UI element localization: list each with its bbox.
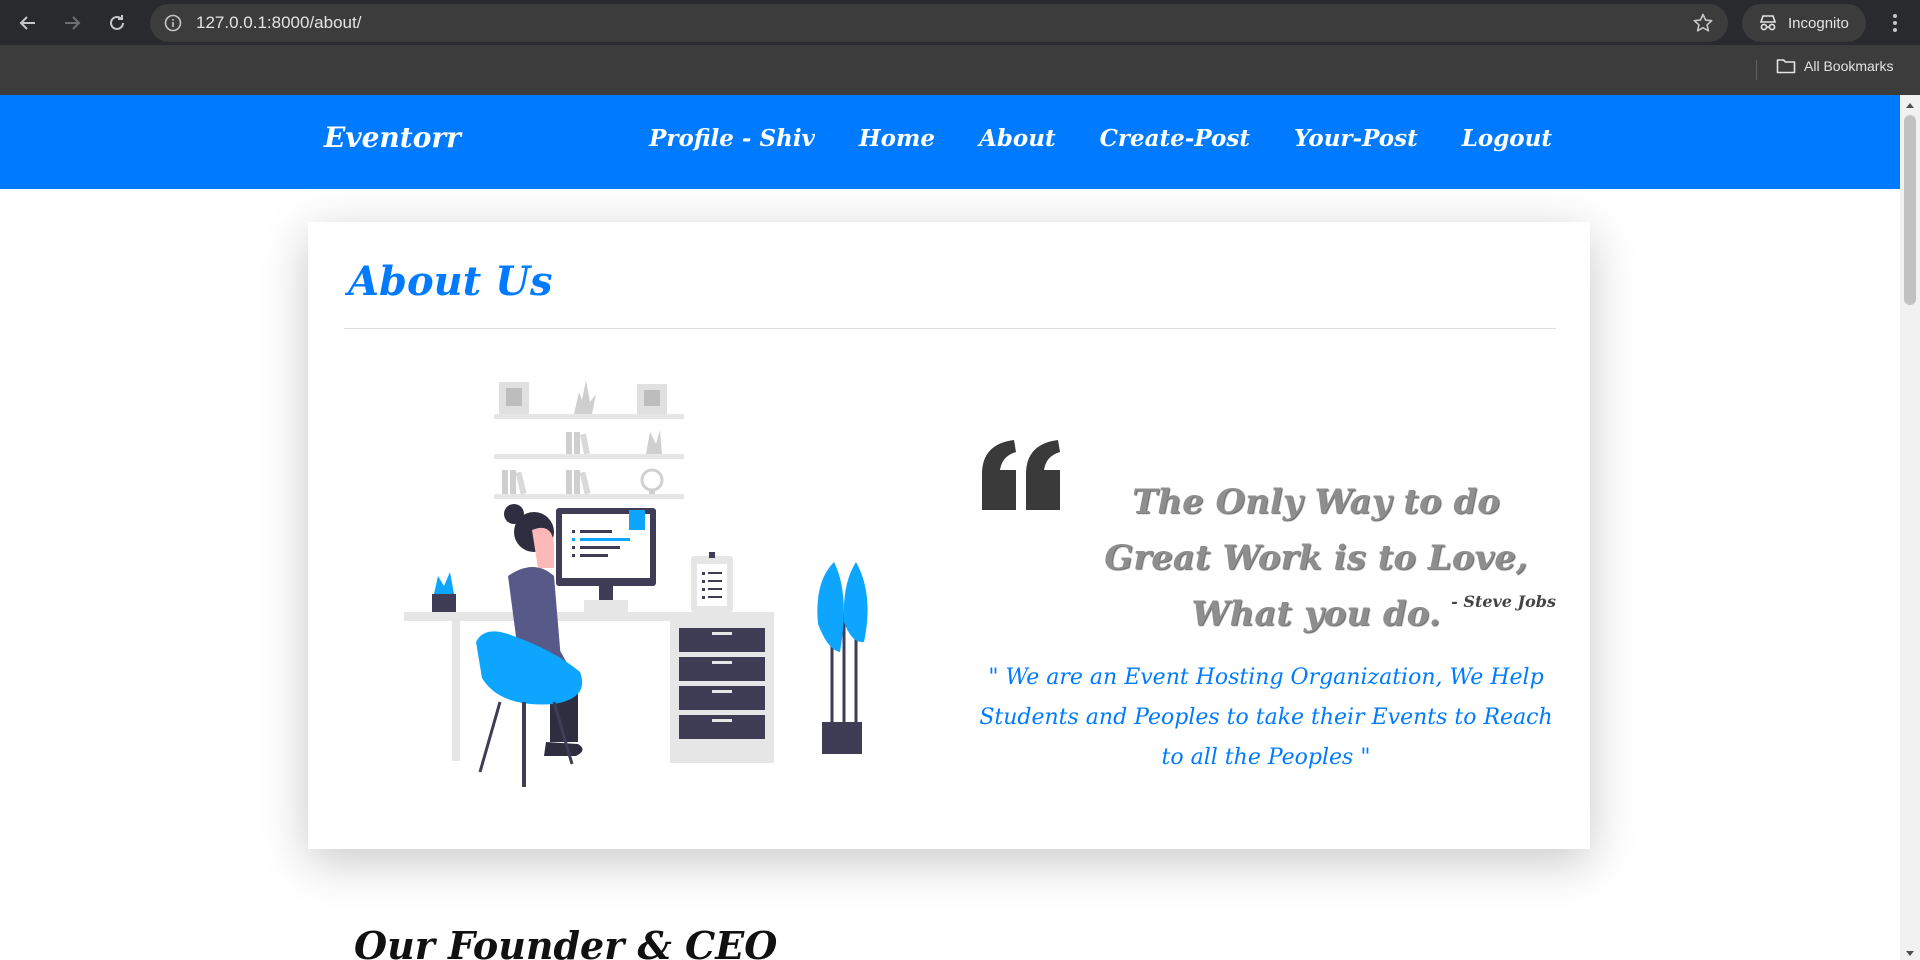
scrollbar-thumb[interactable] bbox=[1904, 115, 1916, 305]
bookmarks-divider bbox=[1756, 60, 1757, 80]
brand-logo[interactable]: Eventorr bbox=[324, 121, 461, 154]
address-bar[interactable]: 127.0.0.1:8000/about/ bbox=[150, 4, 1728, 42]
incognito-badge[interactable]: Incognito bbox=[1742, 4, 1866, 42]
mission-statement: " We are an Event Hosting Organization, … bbox=[979, 665, 1553, 770]
nav-links: Profile - Shiv Home About Create-Post Yo… bbox=[649, 125, 1552, 152]
back-button[interactable] bbox=[12, 8, 44, 38]
scroll-down-icon[interactable] bbox=[1906, 951, 1914, 956]
nav-logout[interactable]: Logout bbox=[1462, 125, 1552, 152]
quote-author: - Steve Jobs bbox=[1451, 592, 1556, 611]
incognito-label: Incognito bbox=[1788, 14, 1849, 32]
page-scrollbar[interactable] bbox=[1900, 95, 1920, 960]
arrow-right-icon bbox=[65, 16, 81, 30]
all-bookmarks-label: All Bookmarks bbox=[1804, 58, 1894, 74]
reload-icon bbox=[110, 15, 124, 30]
nav-create-post[interactable]: Create-Post bbox=[1100, 125, 1250, 152]
browser-toolbar: 127.0.0.1:8000/about/ Incognito bbox=[0, 0, 1920, 45]
quote-text: The Only Way to do Great Work is to Love… bbox=[1104, 482, 1528, 634]
incognito-icon bbox=[1759, 15, 1777, 31]
quote-mark-icon bbox=[982, 440, 1060, 510]
bookmarks-bar bbox=[0, 45, 1920, 95]
all-bookmarks-button[interactable]: All Bookmarks bbox=[1776, 58, 1893, 74]
about-card: About Us The Only Way to do Great Work i… bbox=[308, 222, 1590, 849]
url-text[interactable]: 127.0.0.1:8000/about/ bbox=[196, 13, 361, 33]
about-title: About Us bbox=[348, 258, 553, 305]
more-vert-icon bbox=[1893, 14, 1897, 32]
site-info-icon[interactable] bbox=[162, 12, 184, 34]
browser-menu-button[interactable] bbox=[1880, 8, 1910, 38]
reload-button[interactable] bbox=[101, 8, 133, 38]
forward-button[interactable] bbox=[56, 8, 88, 38]
bookmark-star-icon[interactable] bbox=[1692, 12, 1714, 38]
title-divider bbox=[344, 328, 1556, 329]
founder-title: Our Founder & CEO bbox=[354, 923, 778, 960]
folder-icon bbox=[1776, 59, 1796, 74]
nav-about[interactable]: About bbox=[979, 125, 1056, 152]
page-viewport: Eventorr Profile - Shiv Home About Creat… bbox=[0, 95, 1900, 960]
nav-home[interactable]: Home bbox=[859, 125, 935, 152]
arrow-left-icon bbox=[19, 16, 35, 30]
nav-your-post[interactable]: Your-Post bbox=[1294, 125, 1418, 152]
scroll-up-icon[interactable] bbox=[1906, 103, 1914, 108]
working-woman-illustration bbox=[404, 380, 868, 787]
nav-profile[interactable]: Profile - Shiv bbox=[649, 125, 815, 152]
site-navbar: Eventorr Profile - Shiv Home About Creat… bbox=[0, 95, 1900, 189]
